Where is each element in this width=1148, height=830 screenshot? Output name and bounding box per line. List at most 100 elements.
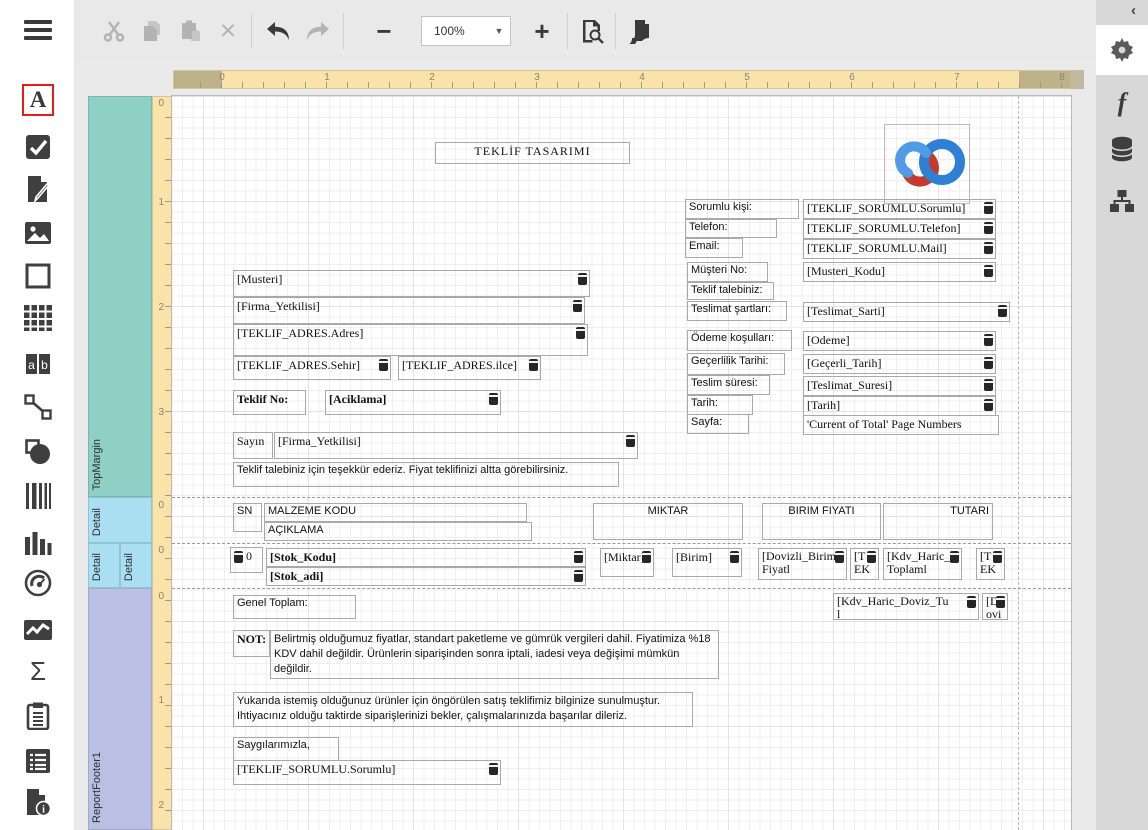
field-teslimat-suresi[interactable]: [Teslimat_Suresi] — [803, 376, 996, 396]
field-teslimat-sarti[interactable]: [Teslimat_Sarti] — [803, 302, 1010, 322]
cell-t1[interactable]: [TEK — [850, 548, 879, 580]
image-tool[interactable] — [22, 217, 54, 249]
cell-kdv-haric[interactable]: [Kdv_Haric_DToplaml — [883, 548, 962, 580]
field-marker-icon — [835, 551, 844, 563]
header-birim-fiyati[interactable]: BIRIM FIYATI — [762, 503, 881, 540]
label-telefon[interactable]: Telefon: — [685, 219, 777, 238]
field-musteri[interactable]: [Musteri] — [233, 270, 590, 297]
label-teslim-suresi[interactable]: Teslim süresi: — [687, 375, 770, 395]
cell-birim[interactable]: [Birim] — [672, 548, 742, 577]
label-teklif-no[interactable]: Teklif No: — [233, 390, 306, 415]
toolbar-separator — [343, 13, 344, 49]
logo-box[interactable] — [884, 124, 970, 204]
checkbox-tool[interactable] — [22, 131, 54, 163]
cut-icon[interactable] — [97, 14, 131, 48]
table-tool[interactable] — [22, 302, 54, 334]
band-report-footer[interactable]: ReportFooter1 — [88, 588, 152, 830]
field-odeme[interactable]: [Odeme] — [803, 331, 996, 351]
field-doviz[interactable]: [Dovi — [982, 593, 1008, 620]
cell-miktar[interactable]: [Miktar] — [600, 548, 654, 577]
text-tool[interactable]: A — [22, 84, 54, 116]
math-formula-tool[interactable]: Σ — [22, 655, 54, 687]
cell-dovizli-birim-fiyat[interactable]: [Dovizli_BirimFiyatl — [758, 548, 847, 580]
subreport-tool[interactable] — [22, 745, 54, 777]
copy-icon[interactable] — [135, 14, 169, 48]
rich-text-tool[interactable] — [22, 173, 54, 205]
label-not[interactable]: NOT: — [233, 630, 270, 657]
label-gecerlilik-tarihi[interactable]: Geçerlilik Tarihi: — [687, 353, 785, 375]
header-aciklama[interactable]: AÇIKLAMA — [264, 522, 532, 541]
preview-icon[interactable] — [575, 14, 609, 48]
collapse-panel-icon[interactable]: ‹ — [1131, 2, 1136, 19]
clipboard-tool[interactable] — [22, 700, 54, 732]
tab-dictionary[interactable] — [1096, 124, 1148, 174]
label-odeme-kosullari[interactable]: Ödeme koşulları: — [687, 330, 792, 351]
field-firma-yetkilisi[interactable]: [Firma_Yetkilisi] — [233, 297, 585, 324]
delete-icon[interactable]: ✕ — [211, 14, 245, 48]
gauge-tool[interactable] — [22, 567, 54, 599]
field-tarih[interactable]: [Tarih] — [803, 396, 996, 416]
panel-tool[interactable] — [22, 260, 54, 292]
field-musteri-kodu[interactable]: [Musteri_Kodu] — [803, 262, 996, 282]
label-teklif-talebiniz[interactable]: Teklif talebiniz: — [687, 282, 774, 300]
field-not-text[interactable]: Belirtmiş olduğumuz fiyatlar, standart p… — [270, 630, 719, 679]
cell-stok-kodu[interactable]: [Stok_Kodu] — [266, 548, 586, 567]
sparkline-tool[interactable] — [22, 614, 54, 646]
cell-row-number[interactable]: 0 — [230, 547, 263, 573]
label-genel-toplam[interactable]: Genel Toplam: — [233, 595, 356, 619]
field-report-title[interactable]: TEKLİF TASARIMI — [435, 142, 630, 164]
field-ilce[interactable]: [TEKLIF_ADRES.ilce] — [398, 356, 541, 380]
barcode-tool[interactable] — [22, 480, 54, 512]
label-sayfa[interactable]: Sayfa: — [687, 414, 749, 434]
cell-t2[interactable]: [TEK — [976, 548, 1005, 580]
field-adres[interactable]: [TEKLIF_ADRES.Adres] — [233, 324, 588, 356]
band-detail-1[interactable]: Detail — [88, 497, 152, 543]
zoom-out-icon[interactable]: − — [367, 14, 401, 48]
field-sehir[interactable]: [TEKLIF_ADRES.Sehir] — [233, 356, 391, 380]
logo-graphic — [890, 126, 968, 198]
field-email[interactable]: [TEKLIF_SORUMLU.Mail] — [803, 239, 996, 259]
field-page-numbers[interactable]: 'Current of Total' Page Numbers — [803, 415, 999, 435]
vertical-ruler: 0 1 2 3 0 0 0 1 2 — [152, 96, 172, 830]
field-firma-yetkilisi-2[interactable]: [Firma_Yetkilisi] — [274, 432, 638, 459]
header-miktar[interactable]: MIKTAR — [593, 503, 743, 540]
header-tutari[interactable]: TUTARI — [883, 503, 993, 540]
field-telefon[interactable]: [TEKLIF_SORUMLU.Telefon] — [803, 219, 996, 239]
field-closing-paragraph[interactable]: Yukarıda istemiş olduğunuz ürünler için … — [233, 692, 693, 727]
label-email[interactable]: Email: — [685, 238, 743, 258]
label-sorumlu-kisi[interactable]: Sorumlu kişi: — [685, 199, 799, 219]
field-kdv-toplam[interactable]: [Kdv_Haric_Doviz_Tul — [833, 593, 979, 620]
field-aciklama[interactable]: [Aciklama] — [325, 390, 501, 415]
band-top-margin[interactable]: TopMargin — [88, 96, 152, 497]
shape-tool[interactable] — [22, 436, 54, 468]
zoom-in-icon[interactable]: + — [525, 14, 559, 48]
chart-tool[interactable] — [22, 526, 54, 558]
tab-properties[interactable] — [1096, 25, 1148, 75]
field-tesekkur-text[interactable]: Teklif talebiniz için teşekkür ederiz. F… — [233, 462, 619, 487]
band-detail-2a[interactable]: Detail — [88, 543, 120, 588]
svg-text:a: a — [28, 358, 35, 372]
header-sn[interactable]: SN — [233, 503, 262, 532]
field-saygilarimizla[interactable]: Saygılarımızla, — [233, 737, 339, 761]
paste-icon[interactable] — [173, 14, 207, 48]
field-sorumlu-signature[interactable]: [TEKLIF_SORUMLU.Sorumlu] — [233, 760, 501, 785]
header-malzeme-kodu[interactable]: MALZEME KODU — [264, 503, 527, 522]
label-teslimat-sartlari[interactable]: Teslimat şartları: — [687, 301, 787, 321]
field-sorumlu[interactable]: [TEKLIF_SORUMLU.Sorumlu] — [803, 199, 996, 219]
line-tool[interactable] — [22, 391, 54, 423]
tab-report-tree[interactable] — [1096, 176, 1148, 226]
label-tarih[interactable]: Tarih: — [687, 395, 753, 415]
page-setup-icon[interactable] — [623, 14, 657, 48]
undo-icon[interactable] — [261, 14, 295, 48]
field-gecerli-tarih[interactable]: [Geçerli_Tarih] — [803, 354, 996, 374]
cell-stok-adi[interactable]: [Stok_adi] — [266, 567, 586, 586]
zoom-select[interactable]: 100% ▼ — [421, 16, 511, 46]
redo-icon[interactable] — [301, 14, 335, 48]
tab-functions[interactable]: f — [1096, 78, 1148, 128]
label-sayin[interactable]: Sayın — [233, 432, 273, 459]
band-detail-2b[interactable]: Detail — [120, 543, 152, 588]
label-musteri-no[interactable]: Müşteri No: — [687, 262, 768, 282]
text-in-cells-tool[interactable]: a b — [22, 348, 54, 380]
page-info-tool[interactable]: i — [22, 786, 54, 818]
menu-icon[interactable] — [24, 20, 52, 44]
